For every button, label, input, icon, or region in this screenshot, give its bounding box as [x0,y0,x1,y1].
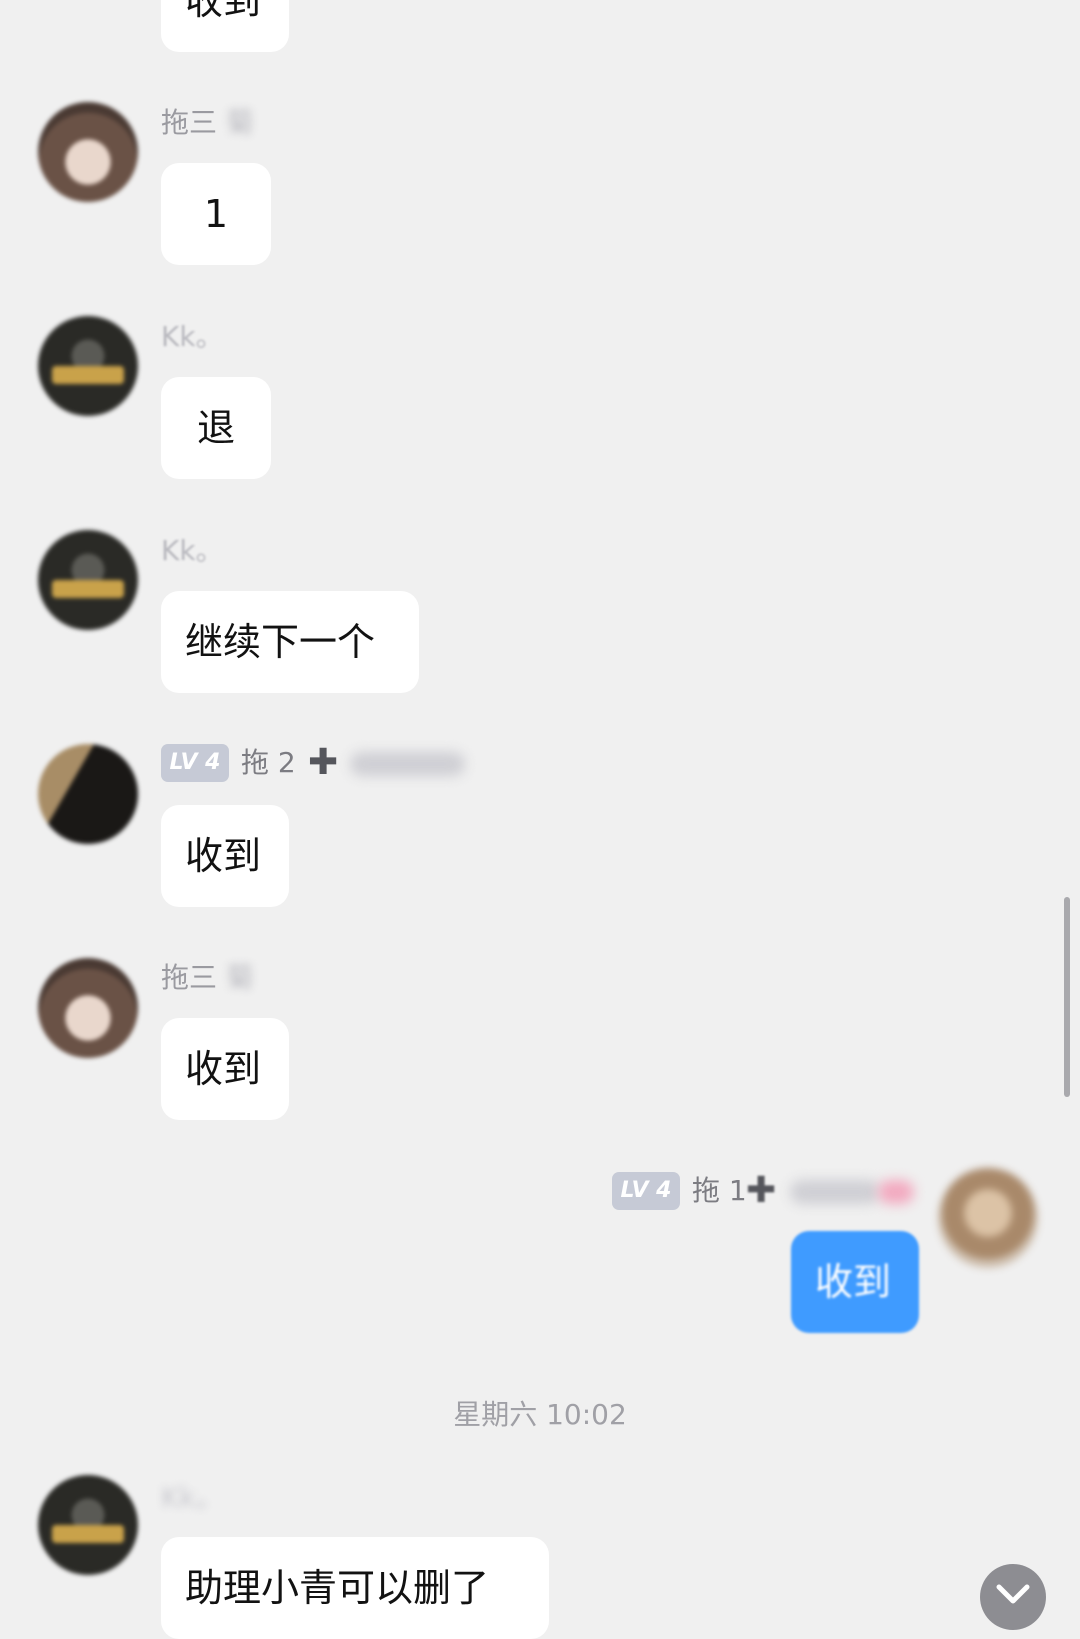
sender-name: 拖三 菊 [161,958,254,998]
message-text: 继续下一个 [185,620,376,664]
blurred-title [350,752,465,776]
message-text: 1 [203,192,229,236]
message-bubble[interactable]: 助理小青可以删了 [161,1537,549,1639]
sender-name: Kk。 [161,534,224,567]
message-text: 收到 [185,1047,262,1091]
message-bubble[interactable]: 继续下一个 [161,591,419,693]
message-text: 助理小青可以删了 [185,1566,490,1610]
scrollbar[interactable] [1064,897,1070,1097]
message-bubble[interactable]: 收到 [161,0,289,52]
sender-name: 拖三 菊 [161,103,254,143]
message-bubble[interactable]: 收到 [161,805,289,907]
avatar[interactable] [938,1168,1038,1268]
sender-name-text: 拖三 [161,106,218,139]
avatar[interactable] [38,316,138,416]
blurred-badge [878,1180,914,1204]
level-badge: LV 4 [161,744,229,782]
avatar[interactable] [38,530,138,630]
avatar[interactable] [38,102,138,202]
plus-icon: ✚ [746,1170,777,1211]
sender-name-blurred: 菊 [225,106,254,139]
sender-name: Kk。 [161,1481,224,1514]
message-text: 收到 [185,834,262,878]
sender-name: Kk。 [161,320,224,353]
chevron-down-icon [996,1584,1030,1604]
avatar[interactable] [38,1475,138,1575]
sender-name: 拖 2 [241,746,296,779]
timestamp: 星期六 10:02 [453,1398,627,1431]
level-badge: LV 4 [612,1172,680,1210]
scroll-to-bottom-button[interactable] [980,1564,1046,1630]
message-text: 退 [196,406,235,450]
avatar[interactable] [38,958,138,1058]
sender-name-text: 拖三 [161,961,218,994]
message-bubble[interactable]: 1 [161,163,271,265]
message-text: 收到 [815,1260,892,1304]
message-bubble[interactable]: 收到 [791,1231,919,1333]
sender-name: 拖 1 [692,1174,747,1207]
message-text: 收到 [185,0,262,23]
blurred-title [790,1180,880,1204]
plus-icon: ✚ [308,742,339,783]
message-bubble[interactable]: 收到 [161,1018,289,1120]
avatar[interactable] [38,744,138,844]
message-bubble[interactable]: 退 [161,377,271,479]
sender-name-blurred: 菊 [225,961,254,994]
